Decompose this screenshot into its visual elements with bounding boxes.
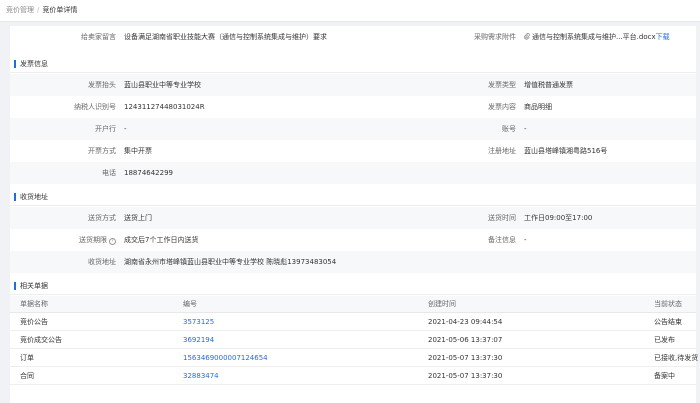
field-label-text: 送货期限: [79, 236, 107, 244]
section-accent-bar: [14, 60, 16, 68]
table-row: 合同 32883474 2021-05-07 13:37:30 备案中: [10, 368, 696, 385]
column-header: 创建时间: [428, 300, 456, 308]
field-value: 集中开票: [124, 147, 152, 155]
field-label: 开票方式: [88, 147, 116, 155]
field-label: 发票抬头: [88, 81, 116, 89]
field-label: 发票内容: [488, 103, 516, 111]
field-value: -: [524, 125, 527, 133]
section-accent-bar: [14, 193, 16, 201]
doc-created: 2021-04-23 09:44:54: [428, 318, 503, 326]
doc-number-link[interactable]: 3573125: [183, 314, 214, 331]
invoice-row: 电话 18874642299: [10, 162, 696, 184]
table-header: 单据名称 编号 创建时间 当前状态: [10, 296, 696, 313]
field-label: 备注信息: [488, 236, 516, 244]
section-title: 发票信息: [20, 60, 48, 68]
table-row: 订单 1563469000007124654 2021-05-07 13:37:…: [10, 350, 699, 367]
column-header: 单据名称: [20, 300, 48, 308]
field-value: -: [124, 125, 127, 133]
field-value: 12431127448031024R: [124, 103, 205, 111]
breadcrumb-current: 竞价单详情: [42, 6, 78, 14]
field-label: 送货时间: [488, 214, 516, 222]
doc-name: 订单: [20, 354, 34, 362]
section-accent-bar: [14, 282, 16, 290]
field-value: 商品明细: [524, 103, 552, 111]
doc-status: 已接收,待发货: [654, 354, 699, 362]
field-value: 18874642299: [124, 169, 173, 177]
invoice-section-header: 发票信息: [10, 55, 696, 73]
field-value: -: [524, 236, 527, 244]
field-value: 送货上门: [124, 214, 152, 222]
field-value: 工作日09:00至17:00: [524, 214, 593, 222]
breadcrumb: 竞价管理 / 竞价单详情: [0, 0, 700, 22]
field-label: 采购需求附件: [474, 33, 516, 41]
field-value: 蓝山县塔峰镇湘粤路516号: [524, 147, 608, 155]
attachment-field: 通信与控制系统集成与维护...平台.docx下载: [524, 26, 694, 48]
field-label: 注册地址: [488, 147, 516, 155]
attachment-name: 通信与控制系统集成与维护...平台.docx: [532, 33, 656, 41]
doc-status: 公告结束: [654, 318, 682, 326]
invoice-row: 发票抬头 蓝山县职业中等专业学校 发票类型 增值税普通发票: [10, 74, 696, 96]
shipping-row: 收货地址 湖南省永州市塔峰镇蓝山县职业中等专业学校 陈晓彪13973483054: [10, 251, 696, 273]
message-row: 给卖家留言 设备满足湖南省职业技能大赛（通信与控制系统集成与维护）要求 采购需求…: [10, 26, 696, 48]
doc-name: 竞价成交公告: [20, 336, 62, 344]
shipping-row: 送货方式 送货上门 送货时间 工作日09:00至17:00: [10, 207, 696, 229]
doc-number-link[interactable]: 3692194: [183, 332, 214, 349]
invoice-row: 开票方式 集中开票 注册地址 蓝山县塔峰镇湘粤路516号: [10, 140, 696, 162]
detail-panel: 给卖家留言 设备满足湖南省职业技能大赛（通信与控制系统集成与维护）要求 采购需求…: [10, 26, 699, 403]
doc-number-link[interactable]: 1563469000007124654: [183, 350, 268, 367]
doc-created: 2021-05-07 13:37:30: [428, 372, 503, 380]
field-label: 开户行: [95, 125, 116, 133]
field-value: 蓝山县职业中等专业学校: [124, 81, 201, 89]
column-header: 当前状态: [654, 300, 682, 308]
table-row: 竞价公告 3573125 2021-04-23 09:44:54 公告结束: [10, 314, 696, 331]
field-label: 收货地址: [88, 258, 116, 266]
field-label: 给卖家留言: [81, 33, 116, 41]
question-circle-icon[interactable]: ?: [109, 238, 116, 245]
field-value: 增值税普通发票: [524, 81, 573, 89]
field-label: 送货方式: [88, 214, 116, 222]
field-value: 成交后7个工作日内送货: [124, 236, 199, 244]
download-link[interactable]: 下载: [656, 33, 670, 41]
breadcrumb-parent[interactable]: 竞价管理: [6, 6, 34, 14]
doc-name: 竞价公告: [20, 318, 48, 326]
table-row: 竞价成交公告 3692194 2021-05-06 13:37:07 已发布: [10, 332, 696, 349]
column-header: 编号: [183, 300, 197, 308]
shipping-section-header: 收货地址: [10, 188, 696, 206]
section-title: 收货地址: [20, 193, 48, 201]
field-value: 设备满足湖南省职业技能大赛（通信与控制系统集成与维护）要求: [124, 33, 327, 41]
invoice-row: 开户行 - 账号 -: [10, 118, 696, 140]
doc-number-link[interactable]: 32883474: [183, 368, 219, 385]
field-label: 纳税人识别号: [74, 103, 116, 111]
section-title: 相关单据: [20, 282, 48, 290]
field-label: 电话: [102, 169, 116, 177]
doc-name: 合同: [20, 372, 34, 380]
invoice-row: 纳税人识别号 12431127448031024R 发票内容 商品明细: [10, 96, 696, 118]
doc-status: 已发布: [654, 336, 675, 344]
shipping-row: 送货期限? 成交后7个工作日内送货 备注信息 -: [10, 229, 696, 251]
doc-created: 2021-05-06 13:37:07: [428, 336, 503, 344]
field-label: 送货期限?: [10, 229, 116, 251]
field-value: 湖南省永州市塔峰镇蓝山县职业中等专业学校 陈晓彪13973483054: [124, 258, 337, 266]
related-section-header: 相关单据: [10, 277, 696, 295]
doc-status: 备案中: [654, 372, 675, 380]
field-label: 发票类型: [488, 81, 516, 89]
field-label: 账号: [502, 125, 516, 133]
breadcrumb-separator: /: [37, 6, 40, 14]
doc-created: 2021-05-07 13:37:30: [428, 354, 503, 362]
paperclip-icon: [524, 27, 530, 40]
